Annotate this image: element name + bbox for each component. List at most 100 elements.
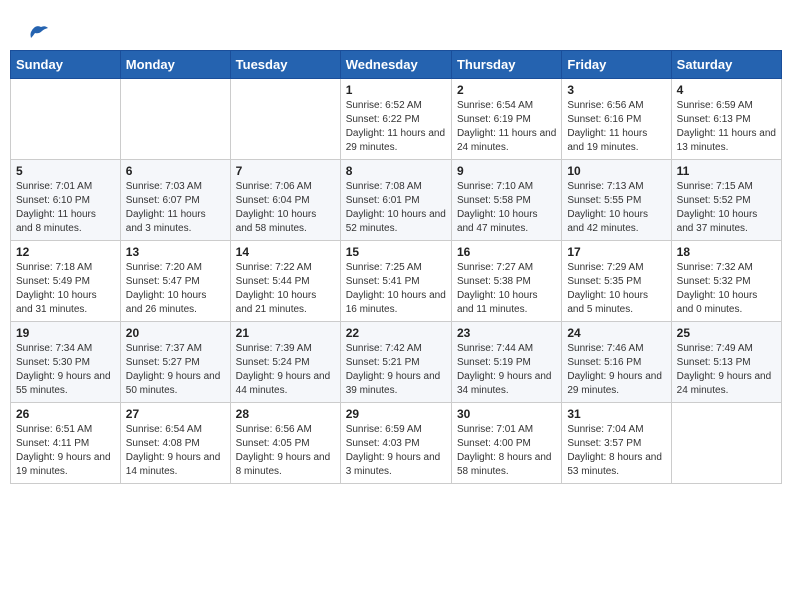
weekday-header-cell: Wednesday bbox=[340, 51, 451, 79]
calendar-cell: 12 Sunrise: 7:18 AM Sunset: 5:49 PM Dayli… bbox=[11, 241, 121, 322]
day-info: Sunrise: 6:56 AM Sunset: 6:16 PM Dayligh… bbox=[567, 99, 665, 155]
calendar-cell bbox=[120, 79, 230, 160]
day-number: 21 bbox=[236, 326, 335, 340]
weekday-header-cell: Sunday bbox=[11, 51, 121, 79]
day-info: Sunrise: 7:46 AM Sunset: 5:16 PM Dayligh… bbox=[567, 342, 665, 398]
day-number: 14 bbox=[236, 245, 335, 259]
weekday-header-cell: Monday bbox=[120, 51, 230, 79]
day-info: Sunrise: 7:27 AM Sunset: 5:38 PM Dayligh… bbox=[457, 261, 556, 317]
day-number: 10 bbox=[567, 164, 665, 178]
calendar-week-row: 5 Sunrise: 7:01 AM Sunset: 6:10 PM Daylig… bbox=[11, 160, 782, 241]
calendar-cell: 30 Sunrise: 7:01 AM Sunset: 4:00 PM Dayli… bbox=[451, 403, 561, 484]
day-info: Sunrise: 7:37 AM Sunset: 5:27 PM Dayligh… bbox=[126, 342, 225, 398]
day-info: Sunrise: 6:59 AM Sunset: 4:03 PM Dayligh… bbox=[346, 423, 446, 479]
day-number: 15 bbox=[346, 245, 446, 259]
calendar-week-row: 12 Sunrise: 7:18 AM Sunset: 5:49 PM Dayli… bbox=[11, 241, 782, 322]
day-info: Sunrise: 7:01 AM Sunset: 6:10 PM Dayligh… bbox=[16, 180, 115, 236]
day-info: Sunrise: 7:06 AM Sunset: 6:04 PM Dayligh… bbox=[236, 180, 335, 236]
day-number: 12 bbox=[16, 245, 115, 259]
calendar-cell: 20 Sunrise: 7:37 AM Sunset: 5:27 PM Dayli… bbox=[120, 322, 230, 403]
day-info: Sunrise: 6:56 AM Sunset: 4:05 PM Dayligh… bbox=[236, 423, 335, 479]
day-info: Sunrise: 7:44 AM Sunset: 5:19 PM Dayligh… bbox=[457, 342, 556, 398]
day-number: 9 bbox=[457, 164, 556, 178]
calendar-cell: 2 Sunrise: 6:54 AM Sunset: 6:19 PM Daylig… bbox=[451, 79, 561, 160]
calendar-cell: 21 Sunrise: 7:39 AM Sunset: 5:24 PM Dayli… bbox=[230, 322, 340, 403]
day-number: 31 bbox=[567, 407, 665, 421]
day-number: 28 bbox=[236, 407, 335, 421]
day-number: 7 bbox=[236, 164, 335, 178]
day-info: Sunrise: 7:13 AM Sunset: 5:55 PM Dayligh… bbox=[567, 180, 665, 236]
day-info: Sunrise: 6:59 AM Sunset: 6:13 PM Dayligh… bbox=[677, 99, 776, 155]
weekday-header-cell: Saturday bbox=[671, 51, 781, 79]
calendar-cell bbox=[11, 79, 121, 160]
day-number: 13 bbox=[126, 245, 225, 259]
day-number: 18 bbox=[677, 245, 776, 259]
day-number: 29 bbox=[346, 407, 446, 421]
calendar-cell: 31Sunrise: 7:04 AM Sunset: 3:57 PM Dayli… bbox=[562, 403, 671, 484]
day-number: 19 bbox=[16, 326, 115, 340]
day-number: 30 bbox=[457, 407, 556, 421]
weekday-header-cell: Friday bbox=[562, 51, 671, 79]
day-info: Sunrise: 7:25 AM Sunset: 5:41 PM Dayligh… bbox=[346, 261, 446, 317]
calendar-cell: 19 Sunrise: 7:34 AM Sunset: 5:30 PM Dayli… bbox=[11, 322, 121, 403]
day-info: Sunrise: 7:34 AM Sunset: 5:30 PM Dayligh… bbox=[16, 342, 115, 398]
calendar-cell bbox=[230, 79, 340, 160]
day-number: 27 bbox=[126, 407, 225, 421]
calendar-cell: 15 Sunrise: 7:25 AM Sunset: 5:41 PM Dayli… bbox=[340, 241, 451, 322]
day-info: Sunrise: 6:51 AM Sunset: 4:11 PM Dayligh… bbox=[16, 423, 115, 479]
calendar-cell: 16 Sunrise: 7:27 AM Sunset: 5:38 PM Dayli… bbox=[451, 241, 561, 322]
day-number: 2 bbox=[457, 83, 556, 97]
calendar-cell: 26 Sunrise: 6:51 AM Sunset: 4:11 PM Dayli… bbox=[11, 403, 121, 484]
day-info: Sunrise: 6:52 AM Sunset: 6:22 PM Dayligh… bbox=[346, 99, 446, 155]
calendar-cell: 28 Sunrise: 6:56 AM Sunset: 4:05 PM Dayli… bbox=[230, 403, 340, 484]
day-info: Sunrise: 7:39 AM Sunset: 5:24 PM Dayligh… bbox=[236, 342, 335, 398]
day-number: 16 bbox=[457, 245, 556, 259]
day-number: 3 bbox=[567, 83, 665, 97]
calendar-cell: 8 Sunrise: 7:08 AM Sunset: 6:01 PM Daylig… bbox=[340, 160, 451, 241]
calendar-cell: 23Sunrise: 7:44 AM Sunset: 5:19 PM Dayli… bbox=[451, 322, 561, 403]
calendar-cell: 1 Sunrise: 6:52 AM Sunset: 6:22 PM Daylig… bbox=[340, 79, 451, 160]
day-info: Sunrise: 7:49 AM Sunset: 5:13 PM Dayligh… bbox=[677, 342, 776, 398]
day-number: 20 bbox=[126, 326, 225, 340]
calendar-week-row: 19 Sunrise: 7:34 AM Sunset: 5:30 PM Dayli… bbox=[11, 322, 782, 403]
day-info: Sunrise: 7:32 AM Sunset: 5:32 PM Dayligh… bbox=[677, 261, 776, 317]
weekday-header-cell: Tuesday bbox=[230, 51, 340, 79]
day-info: Sunrise: 7:42 AM Sunset: 5:21 PM Dayligh… bbox=[346, 342, 446, 398]
logo-bird-icon bbox=[27, 22, 49, 40]
calendar-cell: 10 Sunrise: 7:13 AM Sunset: 5:55 PM Dayli… bbox=[562, 160, 671, 241]
day-number: 6 bbox=[126, 164, 225, 178]
calendar-cell: 17Sunrise: 7:29 AM Sunset: 5:35 PM Dayli… bbox=[562, 241, 671, 322]
calendar-body: 1 Sunrise: 6:52 AM Sunset: 6:22 PM Daylig… bbox=[11, 79, 782, 484]
calendar-cell: 29 Sunrise: 6:59 AM Sunset: 4:03 PM Dayli… bbox=[340, 403, 451, 484]
day-info: Sunrise: 7:03 AM Sunset: 6:07 PM Dayligh… bbox=[126, 180, 225, 236]
calendar-cell: 9 Sunrise: 7:10 AM Sunset: 5:58 PM Daylig… bbox=[451, 160, 561, 241]
day-info: Sunrise: 7:10 AM Sunset: 5:58 PM Dayligh… bbox=[457, 180, 556, 236]
calendar-cell: 7 Sunrise: 7:06 AM Sunset: 6:04 PM Daylig… bbox=[230, 160, 340, 241]
day-number: 5 bbox=[16, 164, 115, 178]
day-info: Sunrise: 7:18 AM Sunset: 5:49 PM Dayligh… bbox=[16, 261, 115, 317]
calendar-week-row: 26 Sunrise: 6:51 AM Sunset: 4:11 PM Dayli… bbox=[11, 403, 782, 484]
day-number: 26 bbox=[16, 407, 115, 421]
day-number: 11 bbox=[677, 164, 776, 178]
calendar-cell: 6 Sunrise: 7:03 AM Sunset: 6:07 PM Daylig… bbox=[120, 160, 230, 241]
weekday-header-cell: Thursday bbox=[451, 51, 561, 79]
calendar-cell: 13Sunrise: 7:20 AM Sunset: 5:47 PM Dayli… bbox=[120, 241, 230, 322]
day-info: Sunrise: 7:22 AM Sunset: 5:44 PM Dayligh… bbox=[236, 261, 335, 317]
calendar-cell: 24 Sunrise: 7:46 AM Sunset: 5:16 PM Dayli… bbox=[562, 322, 671, 403]
calendar-cell: 18 Sunrise: 7:32 AM Sunset: 5:32 PM Dayli… bbox=[671, 241, 781, 322]
weekday-header-row: SundayMondayTuesdayWednesdayThursdayFrid… bbox=[11, 51, 782, 79]
calendar-cell: 3 Sunrise: 6:56 AM Sunset: 6:16 PM Daylig… bbox=[562, 79, 671, 160]
day-info: Sunrise: 7:01 AM Sunset: 4:00 PM Dayligh… bbox=[457, 423, 556, 479]
calendar-cell: 11 Sunrise: 7:15 AM Sunset: 5:52 PM Dayli… bbox=[671, 160, 781, 241]
day-info: Sunrise: 7:29 AM Sunset: 5:35 PM Dayligh… bbox=[567, 261, 665, 317]
day-number: 24 bbox=[567, 326, 665, 340]
calendar-table: SundayMondayTuesdayWednesdayThursdayFrid… bbox=[10, 50, 782, 484]
day-info: Sunrise: 7:15 AM Sunset: 5:52 PM Dayligh… bbox=[677, 180, 776, 236]
day-number: 22 bbox=[346, 326, 446, 340]
day-info: Sunrise: 7:08 AM Sunset: 6:01 PM Dayligh… bbox=[346, 180, 446, 236]
day-info: Sunrise: 6:54 AM Sunset: 6:19 PM Dayligh… bbox=[457, 99, 556, 155]
day-number: 1 bbox=[346, 83, 446, 97]
page-header bbox=[10, 10, 782, 45]
calendar-cell: 14 Sunrise: 7:22 AM Sunset: 5:44 PM Dayli… bbox=[230, 241, 340, 322]
day-number: 8 bbox=[346, 164, 446, 178]
